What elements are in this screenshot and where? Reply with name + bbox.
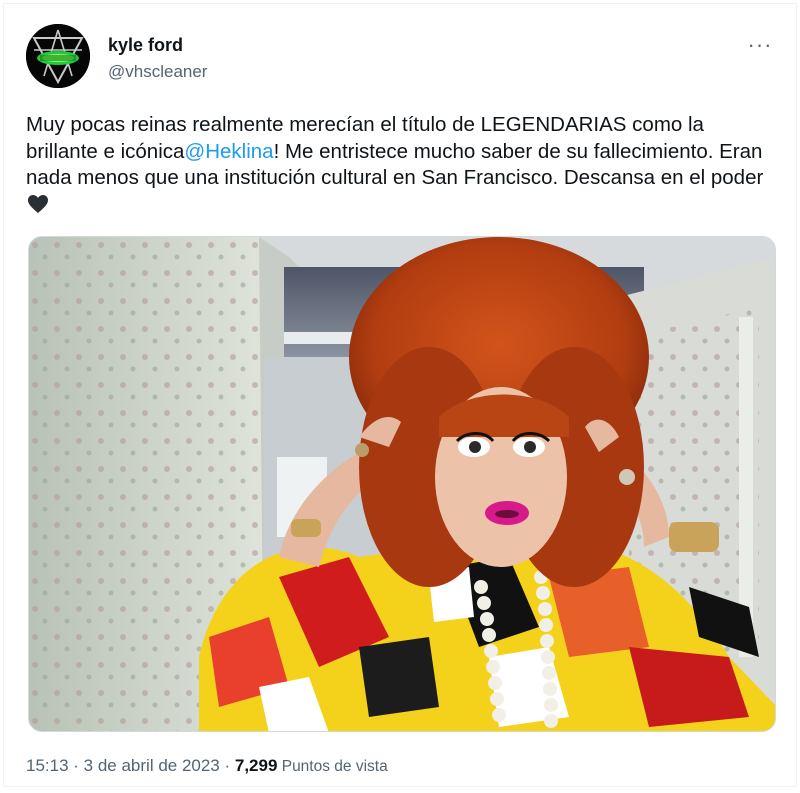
tweet-text: Muy pocas reinas realmente merecían el t… xyxy=(26,112,778,221)
more-options-button[interactable]: ··· xyxy=(746,32,774,57)
views-count: 7,299 xyxy=(234,756,278,775)
avatar[interactable] xyxy=(26,24,90,88)
tweet-time[interactable]: 15:13 xyxy=(26,756,69,775)
tweet-card[interactable]: kyle ford @vhscleaner ··· Muy pocas rein… xyxy=(3,3,797,787)
pentagram-avatar-icon xyxy=(26,24,90,88)
meta-separator: · xyxy=(68,756,84,775)
black-heart-icon xyxy=(27,194,49,222)
author-display-name[interactable]: kyle ford xyxy=(108,34,207,56)
photo-drag-queen-red-beehive-wig xyxy=(29,237,775,731)
tweet-meta: 15:13 · 3 de abril de 2023 · 7,299 Punto… xyxy=(26,756,388,777)
author-handle[interactable]: @vhscleaner xyxy=(108,61,207,83)
tweet-date[interactable]: 3 de abril de 2023 xyxy=(84,756,220,775)
meta-separator: · xyxy=(219,756,235,775)
tweet-photo[interactable] xyxy=(28,236,776,732)
more-horizontal-icon: ··· xyxy=(747,32,773,57)
views-label: Puntos de vista xyxy=(277,758,388,775)
mention-link[interactable]: @Heklina xyxy=(184,140,273,163)
